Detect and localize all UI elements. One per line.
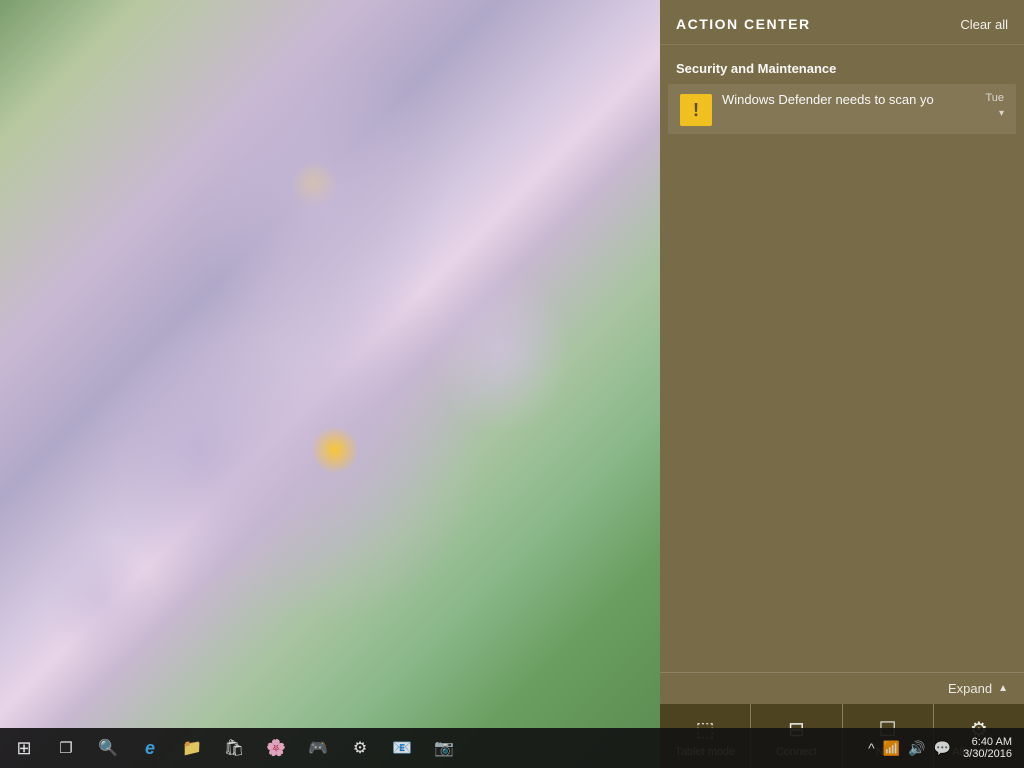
task-view-button[interactable]: ❐	[46, 728, 86, 768]
system-tray: ^ 📶 🔊 💬	[866, 738, 953, 759]
pinned-app-4[interactable]: 📧	[382, 728, 422, 768]
taskbar-left: ⊞ ❐ 🔍 e 📁 🛍 🌸 🎮 ⚙ 📧 📷	[0, 728, 468, 768]
volume-icon[interactable]: 🔊	[906, 738, 927, 759]
notification-content: Windows Defender needs to scan yo	[722, 92, 977, 107]
tray-chevron-icon[interactable]: ^	[866, 738, 877, 758]
pinned-app-5[interactable]: 📷	[424, 728, 464, 768]
search-button[interactable]: 🔍	[88, 728, 128, 768]
store-button[interactable]: 🛍	[214, 728, 254, 768]
notification-item[interactable]: ! Windows Defender needs to scan yo Tue …	[668, 84, 1016, 134]
action-center-title: ACTION CENTER	[676, 16, 811, 32]
action-center-header: ACTION CENTER Clear all	[660, 0, 1024, 45]
clear-all-button[interactable]: Clear all	[960, 17, 1008, 32]
notification-group-header: Security and Maintenance	[660, 45, 1024, 84]
action-center-panel: ACTION CENTER Clear all Security and Mai…	[660, 0, 1024, 768]
taskbar: ⊞ ❐ 🔍 e 📁 🛍 🌸 🎮 ⚙ 📧 📷 ^ 📶 🔊 💬 6:40 AM 3/…	[0, 728, 1024, 768]
notification-meta: Tue ▾	[985, 92, 1004, 119]
expand-chevron-icon: ▲	[998, 683, 1008, 694]
desktop-wallpaper-overlay	[0, 0, 660, 768]
start-button[interactable]: ⊞	[4, 728, 44, 768]
pinned-app-3[interactable]: ⚙	[340, 728, 380, 768]
explorer-button[interactable]: 📁	[172, 728, 212, 768]
expand-label: Expand	[948, 681, 992, 696]
clock-time: 6:40 AM	[972, 736, 1012, 748]
clock-date: 3/30/2016	[963, 748, 1012, 760]
notification-expand-icon: ▾	[999, 108, 1004, 119]
notification-tray-icon[interactable]: 💬	[932, 738, 953, 759]
network-icon[interactable]: 📶	[881, 738, 902, 759]
warning-icon: !	[680, 94, 712, 126]
pinned-app-2[interactable]: 🎮	[298, 728, 338, 768]
edge-button[interactable]: e	[130, 728, 170, 768]
notification-text: Windows Defender needs to scan yo	[722, 92, 977, 107]
taskbar-right: ^ 📶 🔊 💬 6:40 AM 3/30/2016	[858, 736, 1024, 760]
pinned-app-1[interactable]: 🌸	[256, 728, 296, 768]
notification-time: Tue	[985, 92, 1004, 104]
expand-button[interactable]: Expand ▲	[660, 673, 1024, 704]
action-center-body: Security and Maintenance ! Windows Defen…	[660, 45, 1024, 672]
taskbar-clock[interactable]: 6:40 AM 3/30/2016	[959, 736, 1016, 760]
